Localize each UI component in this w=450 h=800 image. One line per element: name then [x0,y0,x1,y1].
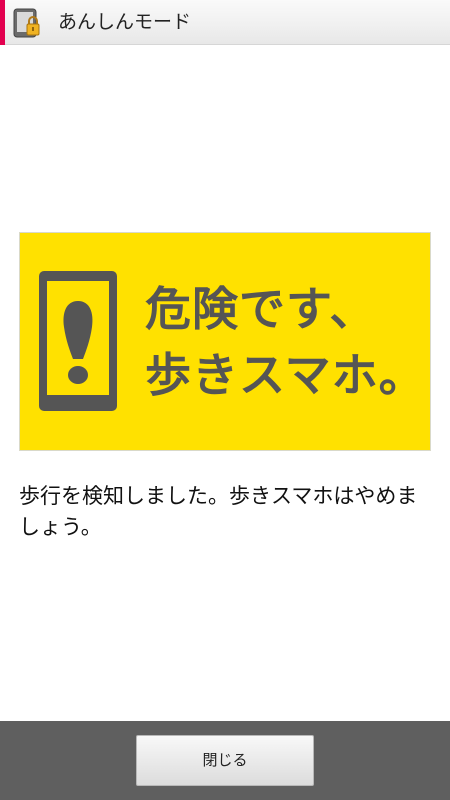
banner-headline-line2: 歩きスマホ。 [145,348,426,402]
app-screen: あんしんモード 危険です、 歩きスマホ。 歩行を検知しました。歩きスマホはやめま… [0,0,450,800]
detection-message: 歩行を検知しました。歩きスマホはやめましょう。 [19,484,418,539]
phone-footprint-icon [39,271,117,411]
app-title: あんしんモード [58,11,192,33]
accent-strip [0,0,5,45]
close-button[interactable]: 閉じる [136,735,314,786]
banner-headline-line1: 危険です、 [145,282,377,336]
title-bar: あんしんモード [0,0,450,45]
phone-lock-icon [13,8,40,38]
warning-banner: 危険です、 歩きスマホ。 [19,232,431,451]
